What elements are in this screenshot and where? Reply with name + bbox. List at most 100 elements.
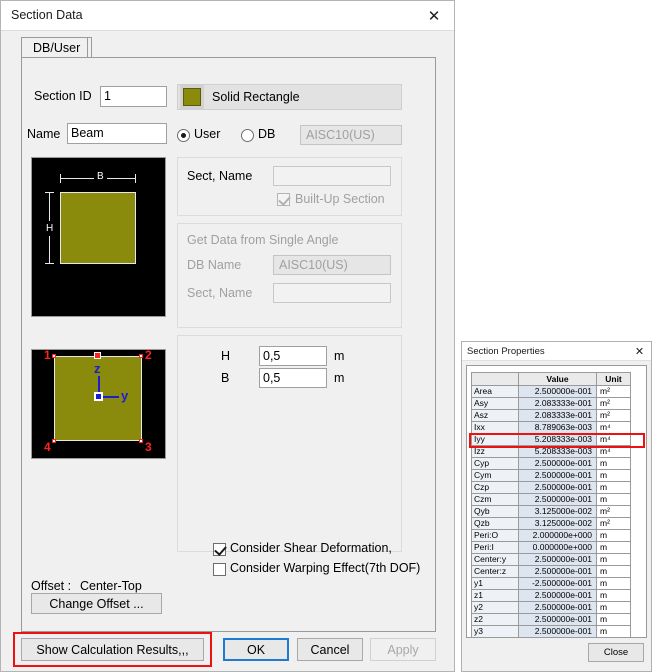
close-icon[interactable]: ✕ [420, 6, 448, 26]
name-input[interactable]: Beam [67, 123, 167, 144]
consider-shear-deformation-checkbox[interactable] [213, 543, 226, 556]
section-data-dialog: Section Data ✕ DB/User Section ID 1 Soli… [0, 0, 455, 672]
property-unit: m [597, 542, 631, 554]
property-value: 2.500000e-001 [519, 386, 597, 398]
table-row[interactable]: y32.500000e-001m [472, 626, 631, 638]
dialog-titlebar: Section Data ✕ [1, 1, 454, 31]
properties-close-button[interactable]: Close [588, 643, 644, 662]
consider-shear-deformation-label: Consider Shear Deformation, [230, 541, 392, 555]
property-unit: m² [597, 386, 631, 398]
ok-button[interactable]: OK [223, 638, 289, 661]
sect-name-label: Sect, Name [187, 169, 252, 183]
radio-user[interactable] [177, 129, 190, 142]
table-row[interactable]: Center:y2.500000e-001m [472, 554, 631, 566]
header-blank [472, 373, 519, 386]
property-name: Peri:O [472, 530, 519, 542]
section-type-combo[interactable]: Solid Rectangle [177, 84, 402, 110]
table-row[interactable]: Cym2.500000e-001m [472, 470, 631, 482]
table-row[interactable]: Center:z2.500000e-001m [472, 566, 631, 578]
property-name: Center:y [472, 554, 519, 566]
consider-warping-effect-checkbox[interactable] [213, 563, 226, 576]
apply-button[interactable]: Apply [370, 638, 436, 661]
table-row[interactable]: Area2.500000e-001m² [472, 386, 631, 398]
property-value: 8.789063e-003 [519, 422, 597, 434]
built-up-section-label: Built-Up Section [295, 192, 385, 206]
table-row[interactable]: y1-2.500000e-001m [472, 578, 631, 590]
table-row[interactable]: Czp2.500000e-001m [472, 482, 631, 494]
table-row[interactable]: Czm2.500000e-001m [472, 494, 631, 506]
property-unit: m² [597, 518, 631, 530]
close-icon[interactable]: ✕ [632, 344, 647, 358]
table-row[interactable]: z22.500000e-001m [472, 614, 631, 626]
property-name: Center:z [472, 566, 519, 578]
property-name: Cyp [472, 458, 519, 470]
h-dim-tick-top [45, 192, 54, 193]
b-dim-label: B [94, 171, 107, 182]
property-name: z3 [472, 638, 519, 639]
cancel-button[interactable]: Cancel [297, 638, 363, 661]
table-row[interactable]: y22.500000e-001m [472, 602, 631, 614]
property-unit: m [597, 530, 631, 542]
db-standard-combo[interactable]: AISC10(US) [300, 125, 402, 145]
property-value: 3.125000e-002 [519, 506, 597, 518]
property-name: Ixx [472, 422, 519, 434]
property-name: Czm [472, 494, 519, 506]
section-corners-preview: 1 2 3 4 z y [31, 349, 166, 459]
table-row[interactable]: z3-2.500000e-001m [472, 638, 631, 639]
table-row[interactable]: Asz2.083333e-001m² [472, 410, 631, 422]
property-unit: m [597, 602, 631, 614]
tab-db-user[interactable]: DB/User [21, 37, 92, 59]
dim-b-label: B [221, 371, 229, 385]
section-shape-swatch [183, 88, 201, 106]
property-value: 3.125000e-002 [519, 518, 597, 530]
single-angle-title: Get Data from Single Angle [187, 233, 338, 247]
table-row[interactable]: z12.500000e-001m [472, 590, 631, 602]
tab-divider [87, 38, 88, 57]
property-unit: m⁴ [597, 434, 631, 446]
property-unit: m [597, 590, 631, 602]
property-value: -2.500000e-001 [519, 578, 597, 590]
section-id-label: Section ID [34, 89, 92, 103]
tabstrip: DB/User [21, 37, 436, 57]
show-calculation-results-button[interactable]: Show Calculation Results,,, [21, 638, 204, 661]
table-header-row: Value Unit [472, 373, 631, 386]
property-value: 2.500000e-001 [519, 554, 597, 566]
property-name: Asy [472, 398, 519, 410]
table-row[interactable]: Iyy5.208333e-003m⁴ [472, 434, 631, 446]
change-offset-button[interactable]: Change Offset ... [31, 593, 162, 614]
corner-label-4: 4 [44, 440, 51, 454]
h-dim-tick-bottom [45, 263, 54, 264]
dim-h-unit: m [334, 349, 344, 363]
dim-b-unit: m [334, 371, 344, 385]
table-row[interactable]: Qzb3.125000e-002m² [472, 518, 631, 530]
property-unit: m [597, 638, 631, 639]
dim-b-input[interactable]: 0,5 [259, 368, 327, 388]
property-name: Izz [472, 446, 519, 458]
db-name-combo[interactable]: AISC10(US) [273, 255, 391, 275]
corner-dot-3 [139, 439, 143, 443]
property-value: 2.500000e-001 [519, 566, 597, 578]
property-unit: m² [597, 398, 631, 410]
property-unit: m² [597, 506, 631, 518]
properties-title: Section Properties [467, 346, 545, 357]
sect-name-combo[interactable] [273, 166, 391, 186]
radio-db[interactable] [241, 129, 254, 142]
single-angle-sect-name-combo[interactable] [273, 283, 391, 303]
dim-h-input[interactable]: 0,5 [259, 346, 327, 366]
property-name: Cym [472, 470, 519, 482]
table-row[interactable]: Peri:I0.000000e+000m [472, 542, 631, 554]
dim-h-label: H [221, 349, 230, 363]
table-row[interactable]: Qyb3.125000e-002m² [472, 506, 631, 518]
table-row[interactable]: Cyp2.500000e-001m [472, 458, 631, 470]
table-row[interactable]: Peri:O2.000000e+000m [472, 530, 631, 542]
table-row[interactable]: Izz5.208333e-003m⁴ [472, 446, 631, 458]
built-up-section-checkbox[interactable] [277, 193, 290, 206]
table-row[interactable]: Asy2.083333e-001m² [472, 398, 631, 410]
table-row[interactable]: Ixx8.789063e-003m⁴ [472, 422, 631, 434]
property-value: 2.500000e-001 [519, 602, 597, 614]
properties-titlebar: Section Properties ✕ [462, 342, 651, 361]
radio-user-label: User [194, 127, 220, 141]
section-id-input[interactable]: 1 [100, 86, 167, 107]
property-unit: m [597, 578, 631, 590]
axis-origin-marker [94, 392, 103, 401]
